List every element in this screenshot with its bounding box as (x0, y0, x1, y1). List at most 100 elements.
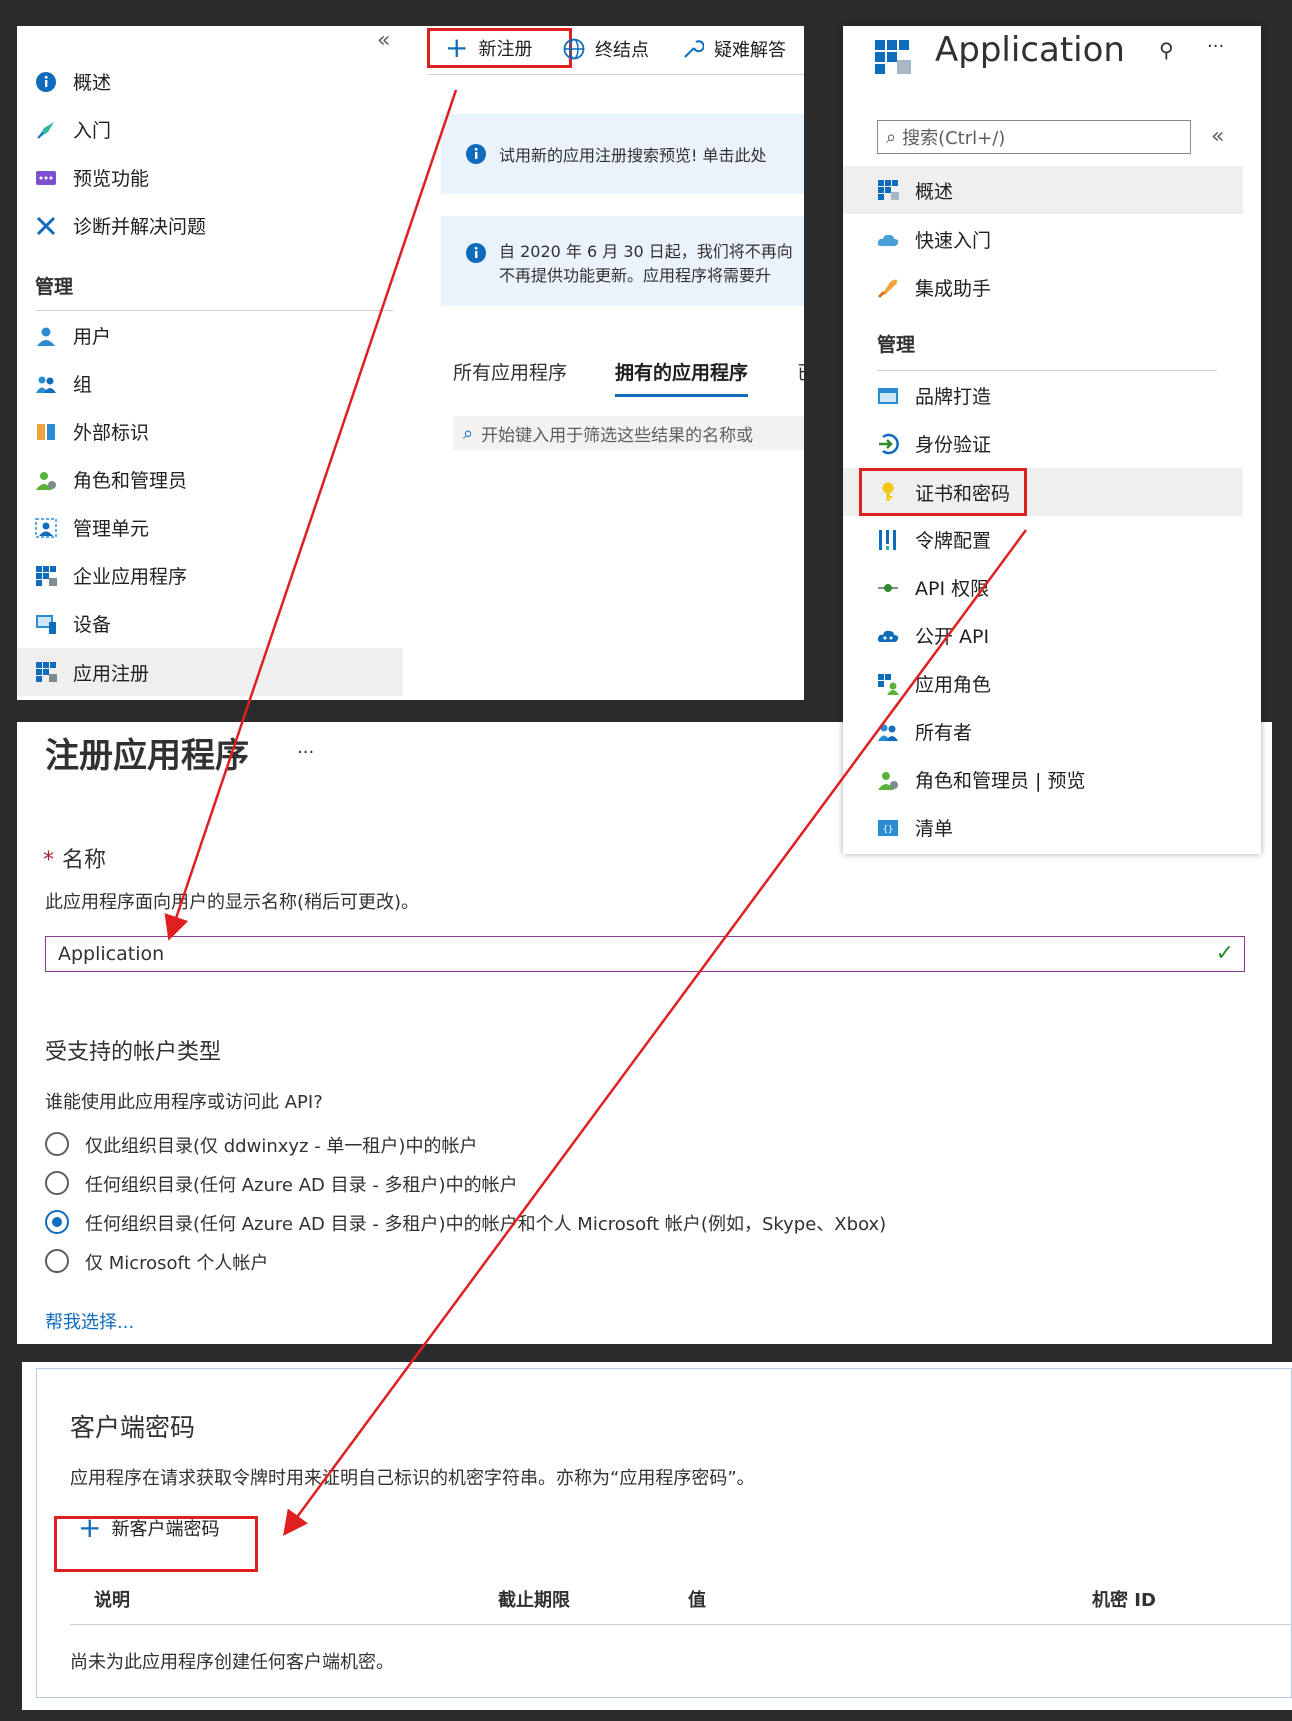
certificates-secrets-highlight (859, 468, 1027, 516)
radio-multi-tenant[interactable] (45, 1171, 69, 1195)
menu-item-app-roles[interactable]: 应用角色 (877, 670, 991, 697)
menu-item-diagnose[interactable]: 诊断并解决问题 (35, 212, 206, 239)
radio-single-tenant[interactable] (45, 1132, 69, 1156)
menu-item-overview[interactable]: 概述 (35, 68, 111, 95)
more-options-icon[interactable]: ··· (1207, 36, 1224, 57)
cloud-icon (877, 229, 899, 251)
collapse-menu-button[interactable]: « (1211, 124, 1224, 149)
tab-owned-applications[interactable]: 拥有的应用程序 (615, 358, 749, 397)
roles-icon (35, 469, 57, 491)
checkmark-icon: ✓ (1215, 941, 1234, 966)
required-mark: * (43, 848, 54, 873)
column-secret-id: 机密 ID (1092, 1590, 1156, 1611)
help-me-choose-link[interactable]: 帮我选择... (45, 1308, 134, 1334)
section-manage: 管理 (877, 334, 916, 356)
account-types-title: 受支持的帐户类型 (45, 1040, 222, 1065)
new-client-secret-highlight (54, 1516, 258, 1572)
rocket-icon (877, 277, 899, 299)
svg-text:{}: {} (883, 825, 894, 835)
menu-item-integration-assistant[interactable]: 集成助手 (877, 274, 991, 301)
device-icon (35, 613, 57, 635)
search-icon: ⌕ (463, 422, 474, 444)
client-secrets-panel: 客户端密码 应用程序在请求获取令牌时用来证明自己标识的机密字符串。亦称为“应用程… (22, 1362, 1292, 1710)
section-manage: 管理 (35, 276, 74, 298)
info-icon (465, 143, 487, 165)
menu-item-branding[interactable]: 品牌打造 (877, 382, 991, 409)
token-icon (877, 529, 899, 551)
search-icon: ⌕ (886, 126, 897, 148)
column-expires: 截止期限 (498, 1590, 570, 1611)
external-id-icon (35, 421, 57, 443)
toolbar-divider (427, 74, 804, 75)
user-icon (35, 325, 57, 347)
name-help: 此应用程序面向用户的显示名称(稍后可更改)。 (45, 892, 420, 913)
name-label: * 名称 (43, 848, 107, 873)
column-value: 值 (688, 1590, 706, 1611)
menu-item-enterprise-apps[interactable]: 企业应用程序 (35, 562, 187, 589)
name-input[interactable]: Application ✓ (45, 936, 1245, 972)
app-reg-icon (35, 661, 57, 683)
group-icon (35, 373, 57, 395)
admin-unit-icon (35, 517, 57, 539)
radio-personal-only-label[interactable]: 仅 Microsoft 个人帐户 (85, 1249, 268, 1275)
tab-all-applications[interactable]: 所有应用程序 (453, 358, 567, 385)
pin-icon[interactable]: ⚲ (1159, 38, 1174, 62)
menu-item-roles-admins-preview[interactable]: 角色和管理员 | 预览 (877, 766, 1085, 793)
search-input[interactable]: ⌕ 搜索(Ctrl+/) (877, 120, 1191, 154)
menu-item-authentication[interactable]: 身份验证 (877, 430, 991, 457)
more-options-button[interactable]: ··· (297, 742, 314, 763)
menu-item-groups[interactable]: 组 (35, 370, 92, 397)
wrench-icon (35, 215, 57, 237)
menu-item-users[interactable]: 用户 (35, 322, 111, 349)
account-types-question: 谁能使用此应用程序或访问此 API? (45, 1092, 323, 1113)
info-icon (35, 71, 57, 93)
collapse-menu-button[interactable]: « (377, 28, 390, 53)
menu-item-preview-features[interactable]: 预览功能 (35, 164, 149, 191)
wrench-icon (682, 38, 704, 60)
endpoints-button[interactable]: 终结点 (563, 36, 649, 62)
menu-item-api-permissions[interactable]: API 权限 (877, 574, 989, 601)
menu-item-roles-admins[interactable]: 角色和管理员 (35, 466, 187, 493)
menu-item-admin-units[interactable]: 管理单元 (35, 514, 149, 541)
menu-item-expose-api[interactable]: 公开 API (877, 622, 989, 649)
application-blade: Application ⚲ ··· ⌕ 搜索(Ctrl+/) « 概述 快速入门… (843, 26, 1261, 854)
menu-item-token-configuration[interactable]: 令牌配置 (877, 526, 991, 553)
new-registration-highlight (427, 28, 572, 68)
radio-single-tenant-label[interactable]: 仅此组织目录(仅 ddwinxyz - 单一租户)中的帐户 (85, 1132, 477, 1158)
menu-item-app-registrations[interactable]: 应用注册 (17, 648, 403, 696)
expose-api-icon (877, 625, 899, 647)
enterprise-apps-icon (35, 565, 57, 587)
menu-item-owners[interactable]: 所有者 (877, 718, 972, 745)
tab-deleted[interactable]: 已 (797, 358, 804, 385)
menu-item-quickstart[interactable]: 快速入门 (877, 226, 991, 253)
secrets-description: 应用程序在请求获取令牌时用来证明自己标识的机密字符串。亦称为“应用程序密码”。 (70, 1468, 755, 1489)
radio-multi-tenant-personal[interactable] (45, 1210, 69, 1234)
roles-icon (877, 769, 899, 791)
app-grid-icon (877, 179, 899, 201)
empty-state-text: 尚未为此应用程序创建任何客户端机密。 (70, 1652, 394, 1673)
info-icon (465, 242, 487, 264)
radio-multi-tenant-personal-label[interactable]: 任何组织目录(任何 Azure AD 目录 - 多租户)中的帐户和个人 Micr… (85, 1210, 886, 1236)
filter-input[interactable]: ⌕ 开始键入用于筛选这些结果的名称或 (453, 416, 804, 450)
menu-item-manifest[interactable]: {} 清单 (877, 814, 953, 841)
radio-personal-only[interactable] (45, 1249, 69, 1273)
menu-item-overview[interactable]: 概述 (843, 166, 1243, 214)
menu-item-getting-started[interactable]: 入门 (35, 116, 111, 143)
page-title: 注册应用程序 (45, 736, 249, 776)
rocket-icon (35, 119, 57, 141)
preview-icon (35, 167, 57, 189)
app-title: Application (935, 30, 1125, 70)
owners-icon (877, 721, 899, 743)
globe-icon (563, 38, 585, 60)
menu-item-external-identities[interactable]: 外部标识 (35, 418, 149, 445)
radio-multi-tenant-label[interactable]: 任何组织目录(任何 Azure AD 目录 - 多租户)中的帐户 (85, 1171, 518, 1197)
table-divider (70, 1624, 1292, 1625)
tab-active-underline (615, 394, 749, 397)
troubleshoot-button[interactable]: 疑难解答 (682, 36, 786, 62)
section-divider (877, 370, 1217, 371)
menu-item-devices[interactable]: 设备 (35, 610, 111, 637)
api-perm-icon (877, 577, 899, 599)
notice-search-preview[interactable]: 试用新的应用注册搜索预览! 单击此处 (441, 114, 804, 194)
app-roles-icon (877, 673, 899, 695)
column-description: 说明 (94, 1590, 130, 1611)
